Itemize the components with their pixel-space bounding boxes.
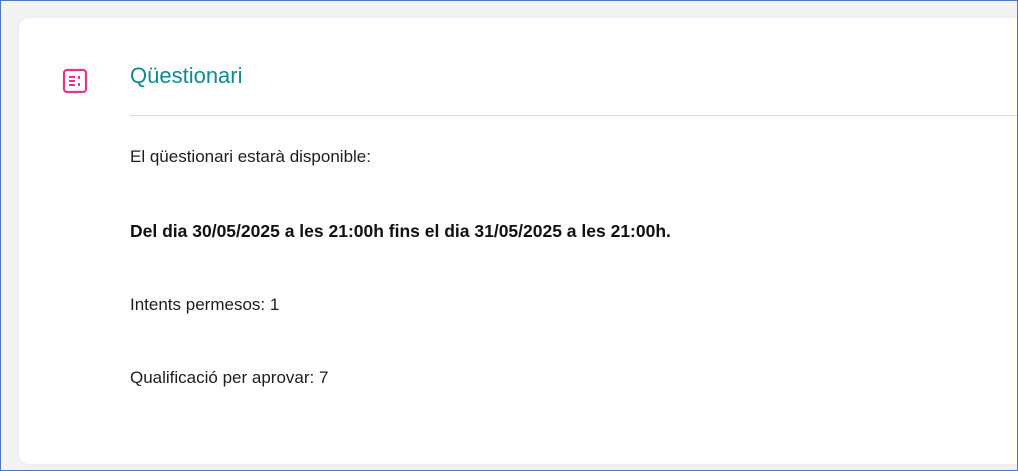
quiz-title-link[interactable]: Qüestionari — [130, 62, 243, 90]
title-divider — [130, 115, 1017, 116]
attempts-allowed-text: Intents permesos: 1 — [130, 295, 280, 314]
quiz-activity-card: Qüestionari El qüestionari estarà dispon… — [19, 18, 1017, 464]
availability-intro-text: El qüestionari estarà disponible: — [130, 147, 371, 166]
availability-dates-text: Del dia 30/05/2025 a les 21:00h fins el … — [130, 221, 671, 241]
passing-grade-text: Qualificació per aprovar: 7 — [130, 368, 329, 387]
page-frame: Qüestionari El qüestionari estarà dispon… — [0, 0, 1018, 471]
quiz-icon — [62, 68, 88, 94]
